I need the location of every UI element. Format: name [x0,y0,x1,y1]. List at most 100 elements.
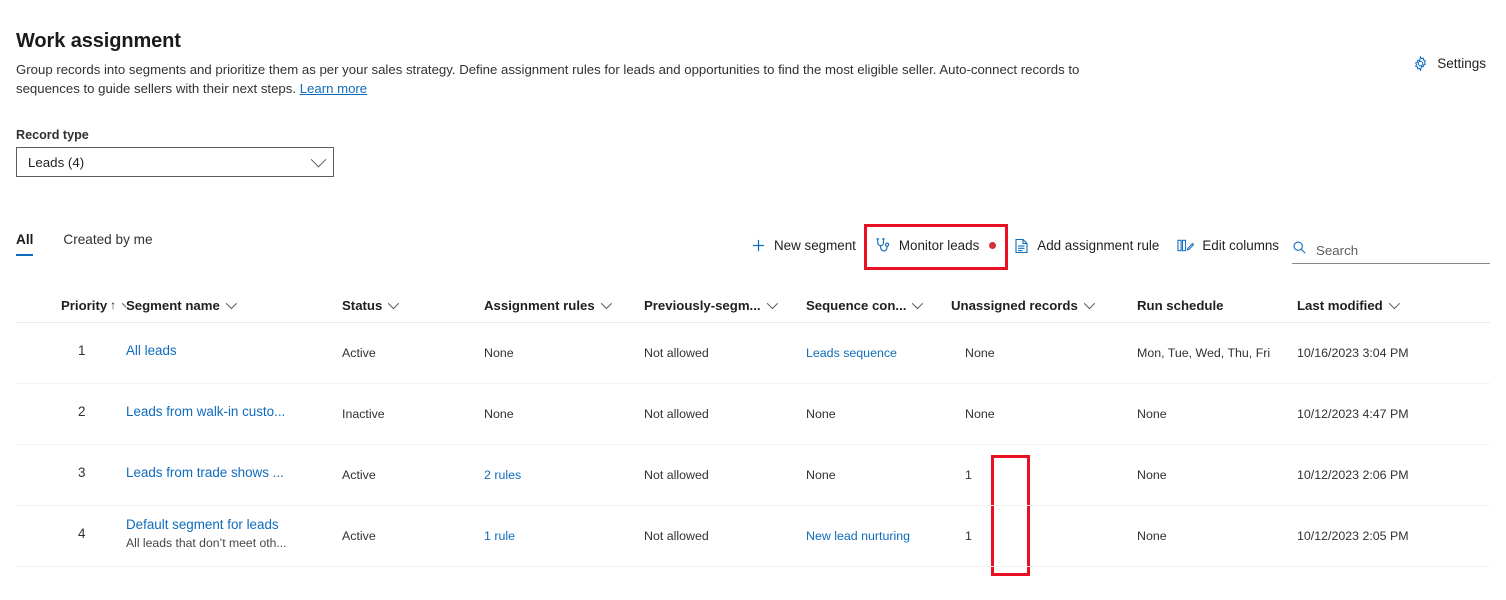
cell-priority: 3 [78,464,86,480]
cell-status: Active [342,468,376,482]
tab-created-by-me[interactable]: Created by me [63,232,152,256]
table-row[interactable]: 1 All leads Active None Not allowed Lead… [16,323,1490,384]
chevron-down-icon [912,297,924,310]
tab-all[interactable]: All [16,232,34,256]
cell-last-modified: 10/12/2023 2:06 PM [1297,468,1409,482]
pivot-tabs: All Created by me [16,232,153,256]
gear-icon [1412,55,1429,72]
settings-label: Settings [1437,56,1486,71]
chevron-down-icon [310,151,327,167]
monitor-leads-button[interactable]: Monitor leads [865,232,1005,259]
cell-sequence-connected[interactable]: Leads sequence [806,346,951,360]
segment-name-link[interactable]: Leads from trade shows ... [126,465,284,480]
column-header-assignment-rules[interactable]: Assignment rules [484,298,644,313]
column-header-last-modified[interactable]: Last modified [1297,298,1457,313]
add-assignment-rule-button[interactable]: Add assignment rule [1005,233,1168,259]
cell-assignment-rules[interactable]: 1 rule [484,529,644,543]
learn-more-link[interactable]: Learn more [300,81,367,96]
chevron-down-icon [388,297,400,310]
cell-unassigned-records: 1 [965,529,972,543]
monitor-leads-label: Monitor leads [898,238,980,253]
plus-icon [751,238,766,253]
column-label: Status [342,297,383,313]
column-header-previously-segmented[interactable]: Previously-segm... [644,298,806,313]
cell-unassigned-records: None [965,346,995,360]
cell-sequence-connected: None [806,468,836,482]
add-assignment-rule-label: Add assignment rule [1037,238,1160,253]
search-placeholder: Search [1316,242,1359,258]
edit-columns-icon [1177,238,1195,253]
page-header: Work assignment Group records into segme… [16,28,1136,98]
cell-previously-segmented: Not allowed [644,407,709,421]
stethoscope-icon [874,237,891,254]
command-bar: New segment Monitor leads Add assignment… [742,232,1288,259]
record-type-label: Record type [16,128,89,142]
cell-assignment-rules[interactable]: 2 rules [484,468,644,482]
chevron-down-icon [600,297,612,310]
column-header-sequence-connected[interactable]: Sequence con... [806,298,951,313]
column-label: Unassigned records [951,297,1078,313]
table-header-row: Priority ↑ Segment name Status Assignmen… [16,288,1490,323]
cell-unassigned-records: None [965,407,995,421]
cell-last-modified: 10/12/2023 4:47 PM [1297,407,1409,421]
cell-assignment-rules: None [484,346,514,360]
cell-priority: 4 [78,525,86,541]
cell-assignment-rules: None [484,407,514,421]
column-label: Last modified [1297,297,1383,313]
cell-last-modified: 10/16/2023 3:04 PM [1297,346,1409,360]
cell-segment-name[interactable]: Leads from walk-in custo... [126,404,342,419]
cell-run-schedule: None [1137,407,1167,421]
column-label: Run schedule [1137,297,1224,313]
chevron-down-icon [121,297,126,310]
column-label: Priority [61,297,108,313]
cell-status: Active [342,346,376,360]
edit-columns-button[interactable]: Edit columns [1168,233,1288,258]
record-type-field: Record type Leads (4) [16,128,334,177]
settings-button[interactable]: Settings [1408,52,1490,75]
cell-segment-name[interactable]: Default segment for leads All leads that… [126,517,342,550]
chevron-down-icon [1388,297,1400,310]
cell-segment-name[interactable]: All leads [126,343,342,358]
search-input[interactable]: Search [1292,237,1490,264]
cell-run-schedule: None [1137,529,1167,543]
sort-ascending-icon: ↑ [110,298,117,312]
cell-previously-segmented: Not allowed [644,346,709,360]
cell-status: Active [342,529,376,543]
segment-name-link[interactable]: Leads from walk-in custo... [126,404,285,419]
cell-run-schedule: None [1137,468,1167,482]
column-header-status[interactable]: Status [342,298,484,313]
segment-name-link[interactable]: Default segment for leads [126,517,279,532]
segment-name-link[interactable]: All leads [126,343,177,358]
segments-table: Priority ↑ Segment name Status Assignmen… [16,288,1490,567]
page-description: Group records into segments and prioriti… [16,60,1091,98]
cell-sequence-connected: None [806,407,836,421]
table-row[interactable]: 3 Leads from trade shows ... Active 2 ru… [16,445,1490,506]
column-header-segment-name[interactable]: Segment name [126,298,342,313]
cell-sequence-connected[interactable]: New lead nurturing [806,529,951,543]
cell-run-schedule: Mon, Tue, Wed, Thu, Fri [1137,346,1271,360]
column-header-run-schedule[interactable]: Run schedule [1137,298,1297,313]
cell-unassigned-records: 1 [965,468,972,482]
cell-last-modified: 10/12/2023 2:05 PM [1297,529,1409,543]
column-header-unassigned-records[interactable]: Unassigned records [951,298,1137,313]
column-label: Assignment rules [484,297,595,313]
table-row[interactable]: 2 Leads from walk-in custo... Inactive N… [16,384,1490,445]
segment-name-subtitle: All leads that don’t meet oth... [126,535,287,550]
new-segment-label: New segment [774,238,856,253]
table-row[interactable]: 4 Default segment for leads All leads th… [16,506,1490,567]
record-type-dropdown[interactable]: Leads (4) [16,147,334,177]
chevron-down-icon [766,297,778,310]
notification-dot-icon [989,242,997,249]
column-header-priority[interactable]: Priority ↑ [16,298,126,313]
chevron-down-icon [1083,297,1095,310]
new-segment-button[interactable]: New segment [742,233,865,258]
edit-columns-label: Edit columns [1202,238,1279,253]
cell-priority: 1 [78,342,86,358]
cell-previously-segmented: Not allowed [644,468,709,482]
record-type-value: Leads (4) [28,154,85,170]
search-icon [1292,240,1307,260]
column-label: Segment name [126,297,220,313]
page-description-text: Group records into segments and prioriti… [16,62,1080,96]
cell-segment-name[interactable]: Leads from trade shows ... [126,465,342,480]
cell-priority: 2 [78,403,86,419]
